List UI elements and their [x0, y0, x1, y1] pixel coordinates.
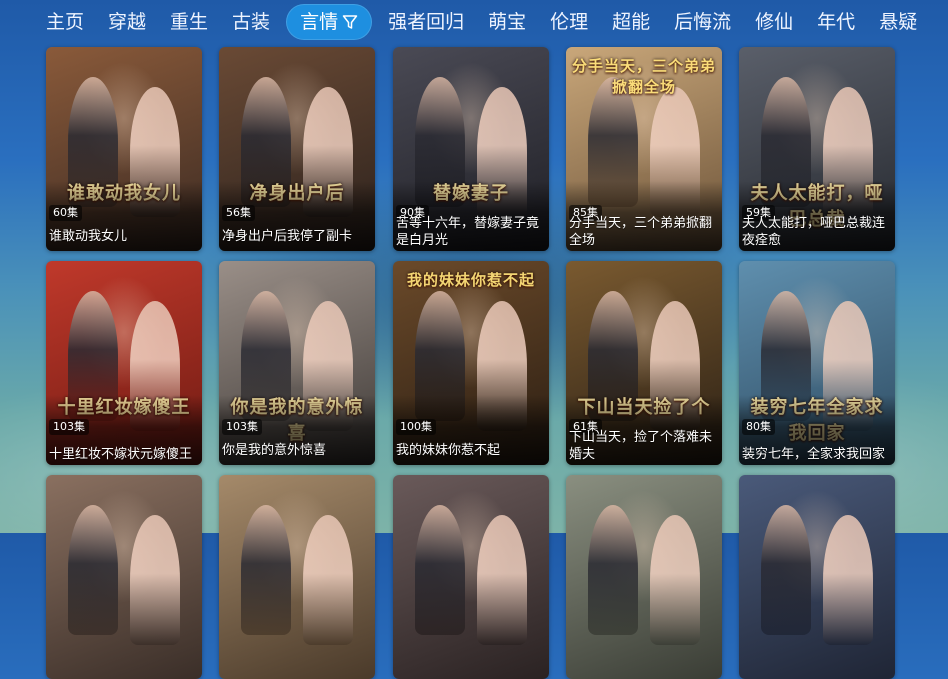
poster-figure — [650, 515, 700, 645]
drama-title: 装穷七年，全家求我回家 — [742, 447, 886, 462]
drama-title: 苦等十六年，替嫁妻子竟是白月光 — [396, 216, 540, 248]
poster-figure — [68, 505, 118, 635]
drama-title: 十里红妆不嫁状元嫁傻王 — [49, 447, 193, 462]
drama-card[interactable] — [566, 475, 722, 679]
drama-card[interactable]: 我的妹妹你惹不起 100集 我的妹妹你惹不起 — [393, 261, 549, 465]
drama-title: 分手当天，三个弟弟掀翻全场 — [569, 216, 713, 248]
drama-title: 夫人太能打，哑巴总裁连夜痊愈 — [742, 216, 886, 248]
drama-title: 我的妹妹你惹不起 — [396, 443, 501, 458]
drama-card[interactable]: 十里红妆嫁傻王103集十里红妆不嫁状元嫁傻王 — [46, 261, 202, 465]
episode-count-badge: 56集 — [222, 205, 255, 221]
episode-count-badge: 100集 — [396, 419, 436, 435]
drama-card[interactable]: 替嫁妻子90集苦等十六年，替嫁妻子竟是白月光 — [393, 47, 549, 251]
episode-count-badge: 60集 — [49, 205, 82, 221]
drama-title: 下山当天，捡了个落难未婚夫 — [569, 430, 713, 462]
poster-figure — [588, 505, 638, 635]
drama-title: 谁敢动我女儿 — [49, 229, 128, 244]
poster-figure — [477, 515, 527, 645]
drama-grid: 谁敢动我女儿60集谁敢动我女儿净身出户后56集净身出户后我停了副卡替嫁妻子90集… — [0, 0, 948, 679]
poster-figure — [415, 505, 465, 635]
poster-figure — [130, 515, 180, 645]
drama-card[interactable] — [393, 475, 549, 679]
episode-count-badge: 103集 — [49, 419, 89, 435]
drama-card[interactable]: 谁敢动我女儿60集谁敢动我女儿 — [46, 47, 202, 251]
drama-card[interactable]: 下山当天捡了个61集下山当天，捡了个落难未婚夫 — [566, 261, 722, 465]
drama-card[interactable] — [46, 475, 202, 679]
poster-title: 分手当天，三个弟弟掀翻全场 — [572, 57, 717, 96]
drama-card[interactable] — [219, 475, 375, 679]
episode-count-badge: 80集 — [742, 419, 775, 435]
poster-figure — [303, 515, 353, 645]
episode-count-badge: 103集 — [222, 419, 262, 435]
drama-card[interactable]: 夫人太能打，哑巴总裁59集夫人太能打，哑巴总裁连夜痊愈 — [739, 47, 895, 251]
drama-card[interactable]: 装穷七年全家求我回家80集装穷七年，全家求我回家 — [739, 261, 895, 465]
poster-figure — [241, 505, 291, 635]
drama-card[interactable]: 净身出户后56集净身出户后我停了副卡 — [219, 47, 375, 251]
drama-card[interactable]: 分手当天，三个弟弟掀翻全场 85集 分手当天，三个弟弟掀翻全场 — [566, 47, 722, 251]
drama-title: 你是我的意外惊喜 — [222, 443, 327, 458]
poster-figure — [761, 505, 811, 635]
drama-card[interactable]: 你是我的意外惊喜103集你是我的意外惊喜 — [219, 261, 375, 465]
drama-card[interactable] — [739, 475, 895, 679]
poster-title: 我的妹妹你惹不起 — [406, 271, 535, 289]
poster-figure — [823, 515, 873, 645]
drama-title: 净身出户后我停了副卡 — [222, 229, 353, 244]
